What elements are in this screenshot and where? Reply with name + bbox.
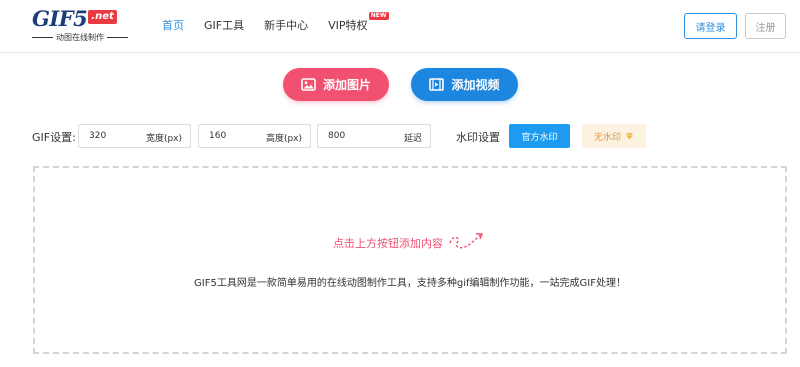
upload-dropzone[interactable]: 点击上方按钮添加内容 GIF5工具网是一款简单易用的在线动图制作工具，支持多种g… [33, 166, 787, 354]
official-watermark-button[interactable]: 官方水印 [509, 124, 570, 148]
film-icon [429, 78, 445, 91]
dropzone-hint: 点击上方按钮添加内容 [35, 233, 785, 251]
nav-vip[interactable]: VIP特权 NEW [328, 12, 389, 34]
width-input[interactable]: 320 宽度(px) [78, 124, 191, 148]
nav-vip-label: VIP特权 [328, 19, 368, 32]
watermark-label: 水印设置 [456, 131, 500, 144]
height-value: 160 [209, 131, 227, 141]
height-input[interactable]: 160 高度(px) [198, 124, 311, 148]
add-image-button[interactable]: 添加图片 [283, 68, 389, 101]
gif-settings-label: GIF设置: [32, 131, 76, 144]
logo-tagline: 动图在线制作 [32, 32, 128, 43]
hint-text: 点击上方按钮添加内容 [333, 237, 443, 250]
diamond-icon [626, 133, 633, 140]
add-video-label: 添加视频 [451, 78, 500, 92]
height-unit: 高度(px) [265, 134, 302, 144]
arrow-icon [449, 233, 484, 249]
add-video-button[interactable]: 添加视频 [411, 68, 518, 101]
register-button[interactable]: 注册 [745, 13, 786, 39]
add-image-label: 添加图片 [322, 78, 371, 92]
no-watermark-label: 无水印 [593, 132, 621, 143]
logo-text: GIF5 [32, 6, 88, 31]
dropzone-description: GIF5工具网是一款简单易用的在线动图制作工具，支持多种gif编辑制作功能，一站… [194, 278, 626, 289]
login-button[interactable]: 请登录 [684, 13, 737, 39]
main-nav: 首页 GIF工具 新手中心 VIP特权 NEW [162, 12, 389, 34]
nav-home[interactable]: 首页 [162, 18, 184, 34]
header: GIF5 .net 动图在线制作 首页 GIF工具 新手中心 VIP特权 NEW… [0, 0, 800, 53]
image-icon [301, 78, 316, 91]
width-unit: 宽度(px) [145, 134, 182, 144]
nav-gif-tools[interactable]: GIF工具 [204, 18, 244, 34]
logo[interactable]: GIF5 .net 动图在线制作 [32, 8, 128, 44]
nav-beginner[interactable]: 新手中心 [264, 18, 308, 34]
width-value: 320 [89, 131, 107, 141]
logo-badge: .net [88, 10, 117, 24]
no-watermark-button[interactable]: 无水印 [582, 124, 646, 148]
delay-input[interactable]: 800 延迟 [317, 124, 431, 148]
new-badge: NEW [368, 12, 389, 20]
delay-value: 800 [328, 131, 346, 141]
delay-unit: 延迟 [403, 134, 422, 144]
